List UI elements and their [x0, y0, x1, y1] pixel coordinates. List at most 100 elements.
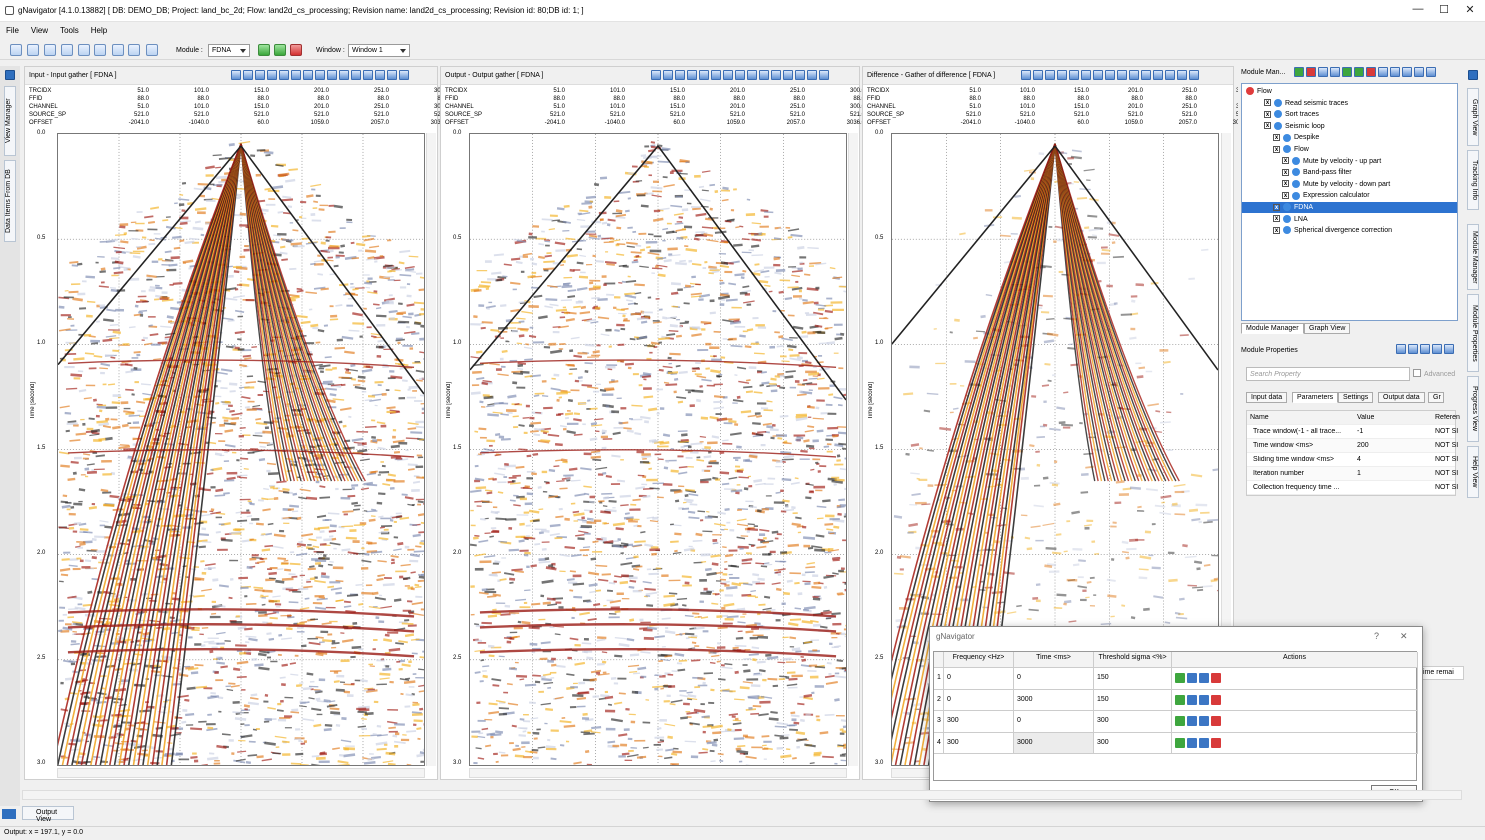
tree-item[interactable]: x Mute by velocity - down part: [1242, 179, 1457, 190]
table-row[interactable]: Time window <ms> 200 NOT SI: [1247, 439, 1458, 453]
table-cell[interactable]: 0: [1014, 668, 1094, 690]
output-view-tab[interactable]: Output View: [22, 806, 74, 823]
enabled-checkbox[interactable]: x: [1264, 110, 1271, 118]
table-cell[interactable]: 300: [1094, 711, 1172, 733]
menu-tools[interactable]: Tools: [54, 24, 85, 37]
table-cell[interactable]: 300: [944, 732, 1014, 754]
enabled-checkbox[interactable]: x: [1282, 168, 1289, 176]
tree-item[interactable]: x Sort traces: [1242, 109, 1457, 120]
table-cell[interactable]: 300: [1094, 732, 1172, 754]
dock-toggle-icon[interactable]: [5, 70, 15, 80]
add-row-icon[interactable]: [1175, 737, 1185, 748]
next-icon[interactable]: [128, 44, 140, 56]
module-icon[interactable]: [94, 44, 106, 56]
property-value[interactable]: -1: [1357, 428, 1363, 435]
tab-module-properties-side[interactable]: Module Properties: [1467, 294, 1479, 372]
menu-help[interactable]: Help: [85, 24, 113, 37]
tree-item[interactable]: x Mute by velocity - up part: [1242, 156, 1457, 167]
table-cell[interactable]: 0: [944, 668, 1014, 690]
table-row[interactable]: Collection frequency time ... NOT SI: [1247, 481, 1458, 495]
prev-icon[interactable]: [112, 44, 124, 56]
delete-row-icon[interactable]: [1211, 673, 1221, 683]
tab-module-manager-side[interactable]: Module Manager: [1467, 224, 1479, 290]
table-cell[interactable]: 3000: [1014, 689, 1094, 711]
tree-item[interactable]: x LNA: [1242, 214, 1457, 225]
flow-icon[interactable]: [78, 44, 90, 56]
enabled-checkbox[interactable]: x: [1273, 215, 1280, 223]
dialog-help-button[interactable]: ?: [1374, 631, 1379, 641]
tab-module-manager[interactable]: Module Manager: [1241, 323, 1304, 334]
maximize-button[interactable]: ☐: [1431, 3, 1457, 16]
table-cell[interactable]: 300: [944, 711, 1014, 733]
enabled-checkbox[interactable]: x: [1273, 145, 1280, 153]
tree-item[interactable]: x Seismic loop: [1242, 121, 1457, 132]
move-up-icon[interactable]: [1187, 716, 1197, 726]
move-down-icon[interactable]: [1199, 737, 1209, 748]
module-properties-toolbar[interactable]: [1396, 344, 1456, 356]
table-cell[interactable]: 3000: [1014, 732, 1094, 754]
table-cell[interactable]: 0: [1014, 711, 1094, 733]
step-icon[interactable]: [274, 44, 286, 56]
add-row-icon[interactable]: [1175, 716, 1185, 726]
seismic-plot[interactable]: [57, 133, 425, 766]
move-down-icon[interactable]: [1199, 673, 1209, 683]
open-icon[interactable]: [27, 44, 39, 56]
add-row-icon[interactable]: [1175, 673, 1185, 683]
module-manager-toolbar[interactable]: [1294, 67, 1438, 79]
tab-data-items[interactable]: Data Items From DB: [4, 160, 16, 242]
layout-icon[interactable]: [146, 44, 158, 56]
delete-row-icon[interactable]: [1211, 716, 1221, 726]
tree-item[interactable]: x FDNA: [1242, 202, 1457, 213]
bottom-scrollbar[interactable]: [22, 790, 1462, 800]
enabled-checkbox[interactable]: x: [1264, 99, 1271, 107]
module-tree[interactable]: Flow x Read seismic traces x Sort traces x Sei…: [1241, 83, 1458, 321]
tree-item[interactable]: x Spherical divergence correction: [1242, 225, 1457, 236]
module-select[interactable]: FDNA: [208, 44, 250, 57]
close-button[interactable]: ✕: [1457, 3, 1483, 16]
horizontal-scrollbar[interactable]: [57, 768, 425, 778]
tab-progress-view[interactable]: Progress View: [1467, 376, 1479, 442]
minimize-button[interactable]: —: [1405, 3, 1431, 15]
enabled-checkbox[interactable]: x: [1282, 192, 1289, 200]
move-down-icon[interactable]: [1199, 694, 1209, 705]
enabled-checkbox[interactable]: x: [1264, 122, 1271, 130]
tab-view-manager[interactable]: View Manager: [4, 86, 16, 156]
save-icon[interactable]: [44, 44, 56, 56]
tab-input-data[interactable]: Input data: [1246, 392, 1288, 403]
tab-graph[interactable]: Gr: [1428, 392, 1444, 403]
enabled-checkbox[interactable]: x: [1273, 134, 1280, 142]
new-icon[interactable]: [10, 44, 22, 56]
property-value[interactable]: 200: [1357, 442, 1369, 449]
tab-output-data[interactable]: Output data: [1378, 392, 1425, 403]
enabled-checkbox[interactable]: x: [1282, 180, 1289, 188]
property-value[interactable]: 4: [1357, 456, 1361, 463]
pane-toolbar[interactable]: [231, 70, 411, 82]
add-row-icon[interactable]: [1175, 694, 1185, 705]
advanced-checkbox[interactable]: [1413, 369, 1421, 377]
dock-toggle-icon[interactable]: [2, 809, 16, 819]
stop-icon[interactable]: [290, 44, 302, 56]
move-up-icon[interactable]: [1187, 737, 1197, 748]
vertical-scrollbar[interactable]: [848, 133, 858, 766]
dock-toggle-icon[interactable]: [1468, 70, 1478, 80]
table-row[interactable]: Iteration number 1 NOT SI: [1247, 467, 1458, 481]
tree-item[interactable]: x Band-pass filter: [1242, 167, 1457, 178]
property-value[interactable]: 1: [1357, 470, 1361, 477]
move-up-icon[interactable]: [1187, 694, 1197, 705]
enabled-checkbox[interactable]: x: [1273, 203, 1280, 211]
pane-toolbar[interactable]: [651, 70, 831, 82]
menu-file[interactable]: File: [0, 24, 25, 37]
vertical-scrollbar[interactable]: [426, 133, 436, 766]
tree-item[interactable]: x Despike: [1242, 132, 1457, 143]
tree-item[interactable]: x Flow: [1242, 144, 1457, 155]
tab-parameters[interactable]: Parameters: [1292, 392, 1339, 403]
table-cell[interactable]: 150: [1094, 689, 1172, 711]
run-icon[interactable]: [258, 44, 270, 56]
move-down-icon[interactable]: [1199, 716, 1209, 726]
tab-tracking-info[interactable]: Tracking Info: [1467, 150, 1479, 210]
seismic-plot[interactable]: [469, 133, 847, 766]
horizontal-scrollbar[interactable]: [469, 768, 847, 778]
tree-item[interactable]: x Expression calculator: [1242, 190, 1457, 201]
enabled-checkbox[interactable]: x: [1282, 157, 1289, 165]
dialog-close-button[interactable]: ✕: [1400, 631, 1408, 642]
